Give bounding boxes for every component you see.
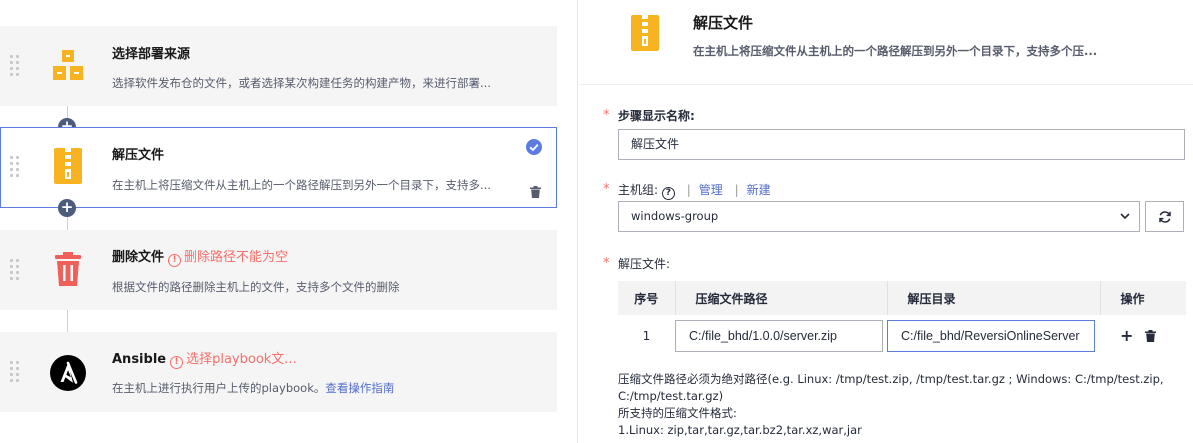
step-title-text: 删除文件 — [112, 250, 165, 265]
row-index: 1 — [642, 329, 651, 343]
error-icon: ! — [168, 254, 182, 267]
step-description: 选择软件发布仓的文件，或者选择某次构建任务的构建产物，来进行部署... — [112, 76, 491, 90]
format-notes: 压缩文件路径必须为绝对路径(e.g. Linux: /tmp/test.zip,… — [618, 371, 1178, 439]
column-header-target: 解压目录 — [886, 281, 1100, 315]
ansible-icon — [50, 355, 86, 391]
note-line: 所支持的压缩文件格式: — [618, 406, 737, 420]
step-name-input[interactable]: 解压文件 — [618, 129, 1185, 160]
package-icon — [50, 47, 86, 83]
refresh-icon — [1158, 210, 1171, 223]
table-row: 1 C:/file_bhd/1.0.0/server.zip C:/file_b… — [618, 315, 1186, 357]
drag-handle-icon[interactable] — [10, 361, 20, 385]
column-header-index: 序号 — [618, 281, 675, 315]
create-link[interactable]: 新建 — [747, 183, 771, 197]
step-title: Ansible! 选择playbook文... — [112, 348, 297, 369]
required-mark: * — [603, 182, 610, 197]
note-line: 1.Linux: zip,tar,tar.gz,tar.bz2,tar.xz,w… — [618, 423, 862, 437]
note-line: C:/tmp/test.tar.gz) — [618, 389, 724, 403]
step-title: 选择部署来源 — [112, 47, 191, 62]
chevron-down-icon — [1120, 213, 1130, 220]
step-list-panel: 选择部署来源 选择软件发布仓的文件，或者选择某次构建任务的构建产物，来进行部署.… — [0, 0, 578, 443]
drag-handle-icon[interactable] — [10, 55, 20, 79]
step-description-text: 在主机上进行执行用户上传的playbook。 — [112, 381, 326, 395]
add-row-icon[interactable]: + — [1120, 328, 1133, 344]
step-error-text: 删除路径不能为空 — [184, 250, 289, 265]
column-header-source: 压缩文件路径 — [674, 281, 887, 315]
zip-file-icon — [50, 148, 86, 184]
refresh-button[interactable] — [1145, 201, 1184, 232]
note-line: 压缩文件路径必须为绝对路径(e.g. Linux: /tmp/test.zip,… — [618, 372, 1164, 386]
manage-link[interactable]: 管理 — [699, 183, 723, 197]
step-error-text: 选择playbook文... — [186, 352, 297, 367]
connector-line — [67, 310, 68, 332]
step-title: 删除文件! 删除路径不能为空 — [112, 246, 288, 267]
step-card-deploy-source[interactable]: 选择部署来源 选择软件发布仓的文件，或者选择某次构建任务的构建产物，来进行部署.… — [0, 26, 557, 106]
detail-title: 解压文件 — [693, 14, 754, 32]
table-header-row: 序号 压缩文件路径 解压目录 操作 — [618, 281, 1186, 315]
zip-file-icon — [629, 14, 661, 56]
unzip-table: 序号 压缩文件路径 解压目录 操作 1 C:/file_bhd/1.0.0/se… — [618, 281, 1186, 357]
host-group-select[interactable]: windows-group — [618, 201, 1140, 232]
divider — [579, 84, 1193, 85]
drag-handle-icon[interactable] — [10, 156, 20, 180]
separator: | — [686, 183, 691, 197]
step-card-ansible[interactable]: Ansible! 选择playbook文... 在主机上进行执行用户上传的play… — [0, 332, 557, 412]
step-name-label: 步骤显示名称: — [618, 109, 695, 123]
step-card-delete-file[interactable]: 删除文件! 删除路径不能为空 根据文件的路径删除主机上的文件，支持多个文件的删除 — [0, 230, 557, 310]
step-description: 根据文件的路径删除主机上的文件，支持多个文件的删除 — [112, 280, 400, 294]
step-title: 解压文件 — [112, 148, 165, 163]
add-step-button[interactable]: + — [58, 199, 76, 217]
delete-row-icon[interactable] — [1145, 330, 1157, 342]
check-icon — [526, 139, 542, 155]
required-mark: * — [603, 108, 610, 123]
detail-description: 在主机上将压缩文件从主机上的一个路径解压到另外一个目录下，支持多个压... — [693, 44, 1098, 58]
separator: | — [734, 183, 739, 197]
target-dir-input[interactable]: C:/file_bhd/ReversiOnlineServer — [887, 320, 1095, 352]
unzip-files-label: 解压文件: — [618, 257, 671, 271]
step-detail-panel: 解压文件 在主机上将压缩文件从主机上的一个路径解压到另外一个目录下，支持多个压.… — [579, 0, 1193, 443]
guide-link[interactable]: 查看操作指南 — [325, 381, 394, 395]
drag-handle-icon[interactable] — [10, 259, 20, 283]
step-card-unzip[interactable]: 解压文件 在主机上将压缩文件从主机上的一个路径解压到另外一个目录下，支持多... — [0, 127, 557, 208]
host-group-label: 主机组: — [618, 183, 659, 197]
host-group-value: windows-group — [631, 209, 719, 223]
step-description: 在主机上进行执行用户上传的playbook。查看操作指南 — [112, 380, 512, 396]
required-mark: * — [603, 256, 610, 271]
source-path-input[interactable]: C:/file_bhd/1.0.0/server.zip — [675, 320, 883, 352]
delete-step-icon[interactable] — [530, 183, 541, 202]
step-description: 在主机上将压缩文件从主机上的一个路径解压到另外一个目录下，支持多... — [112, 178, 491, 192]
column-header-actions: 操作 — [1099, 281, 1186, 315]
step-title-text: Ansible — [112, 352, 167, 367]
error-icon: ! — [170, 356, 184, 369]
help-icon[interactable]: ? — [661, 187, 675, 200]
trash-icon — [50, 251, 86, 287]
host-group-label-row: 主机组: ? | 管理 | 新建 — [618, 181, 771, 200]
